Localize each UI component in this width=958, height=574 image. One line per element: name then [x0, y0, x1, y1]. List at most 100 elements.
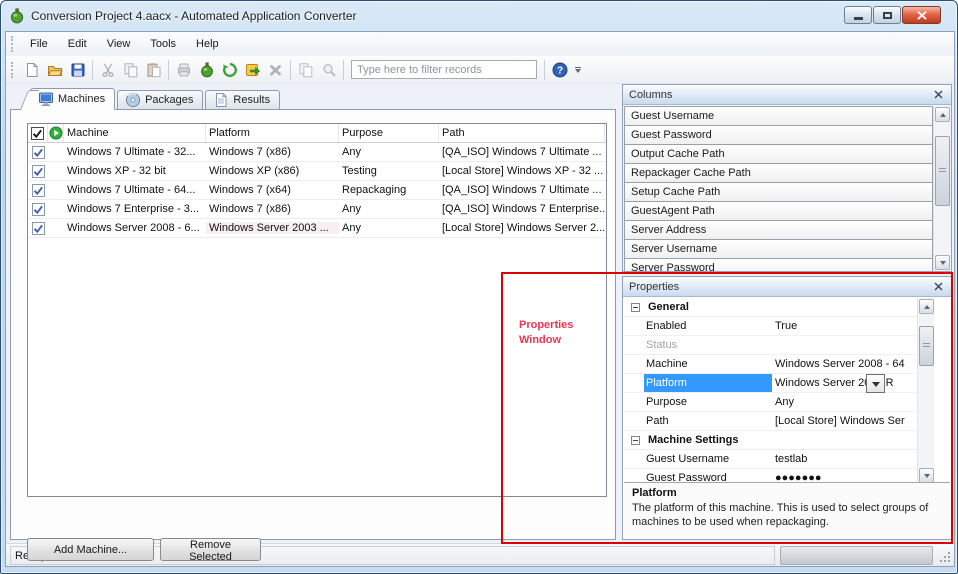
property-category-machine-settings[interactable]: Machine Settings	[624, 431, 917, 450]
column-header-purpose[interactable]: Purpose	[339, 124, 439, 142]
column-header-path[interactable]: Path	[439, 124, 605, 142]
close-icon	[934, 282, 943, 291]
maximize-button[interactable]	[873, 6, 901, 24]
columns-list-item[interactable]: Setup Cache Path	[624, 182, 933, 202]
columns-list-item[interactable]: Server Password	[624, 258, 933, 271]
cut-button[interactable]	[96, 58, 119, 81]
property-value[interactable]: Windows Server 2003 R	[772, 377, 917, 389]
scrollbar-thumb[interactable]	[919, 326, 934, 366]
column-header-machine[interactable]: Machine	[64, 124, 206, 142]
column-header-platform[interactable]: Platform	[206, 124, 339, 142]
tab-packages[interactable]: Packages	[117, 90, 203, 110]
save-button[interactable]	[66, 58, 89, 81]
preview-button[interactable]	[317, 58, 340, 81]
paste-button[interactable]	[142, 58, 165, 81]
duplicate-button[interactable]	[294, 58, 317, 81]
add-machine-button[interactable]: Add Machine...	[27, 538, 154, 561]
toolbar-options-icon	[575, 67, 581, 68]
columns-list-item[interactable]: Repackager Cache Path	[624, 163, 933, 183]
new-document-button[interactable]	[20, 58, 43, 81]
columns-scrollbar[interactable]	[933, 106, 950, 271]
close-icon	[934, 90, 943, 99]
columns-list-item[interactable]: Server Username	[624, 239, 933, 259]
filter-input[interactable]	[351, 60, 537, 79]
columns-list-item[interactable]: Guest Password	[624, 125, 933, 145]
tab-results[interactable]: Results	[205, 90, 280, 110]
toolbar-options-button[interactable]	[571, 59, 585, 81]
refresh-button[interactable]	[218, 58, 241, 81]
preview-icon	[321, 62, 337, 78]
property-row-enabled[interactable]: EnabledTrue	[624, 317, 917, 336]
app-window: Conversion Project 4.aacx - Automated Ap…	[0, 0, 958, 574]
properties-scrollbar[interactable]	[917, 298, 934, 484]
help-button[interactable]: ?	[548, 58, 571, 81]
row-checkbox[interactable]	[28, 146, 48, 159]
delete-button[interactable]	[264, 58, 287, 81]
packages-icon	[125, 92, 141, 108]
property-row-purpose[interactable]: PurposeAny	[624, 393, 917, 412]
print-button[interactable]	[172, 58, 195, 81]
purpose-cell: Testing	[339, 165, 439, 177]
scrollbar-thumb[interactable]	[935, 136, 950, 206]
menu-item-tools[interactable]: Tools	[140, 34, 186, 54]
export-package-button[interactable]	[241, 58, 264, 81]
columns-list-item[interactable]: GuestAgent Path	[624, 201, 933, 221]
collapse-icon[interactable]	[631, 303, 640, 312]
columns-list-item[interactable]: Output Cache Path	[624, 144, 933, 164]
scroll-down-button[interactable]	[935, 255, 950, 270]
purpose-cell: Any	[339, 203, 439, 215]
menu-item-file[interactable]: File	[20, 34, 58, 54]
machine-row[interactable]: Windows Server 2008 - 6...Windows Server…	[28, 219, 606, 238]
property-description: Platform The platform of this machine. T…	[624, 482, 950, 538]
dropdown-button[interactable]	[866, 374, 885, 393]
close-button[interactable]	[902, 6, 941, 24]
machine-row[interactable]: Windows XP - 32 bitWindows XP (x86)Testi…	[28, 162, 606, 181]
machine-row[interactable]: Windows 7 Ultimate - 32...Windows 7 (x86…	[28, 143, 606, 162]
scroll-up-button[interactable]	[935, 107, 950, 122]
row-checkbox[interactable]	[28, 203, 48, 216]
delete-icon	[268, 62, 284, 78]
window-title: Conversion Project 4.aacx - Automated Ap…	[31, 9, 357, 23]
property-row-guest-username[interactable]: Guest Usernametestlab	[624, 450, 917, 469]
menu-grip-icon[interactable]	[11, 36, 16, 52]
platform-cell: Windows XP (x86)	[206, 165, 339, 177]
remove-selected-button[interactable]: Remove Selected	[160, 538, 261, 561]
columns-list-item[interactable]: Server Address	[624, 220, 933, 240]
properties-panel-header[interactable]: Properties	[623, 277, 951, 297]
machine-cell: Windows 7 Ultimate - 32...	[64, 146, 206, 158]
columns-close-button[interactable]	[931, 88, 945, 102]
scroll-up-button[interactable]	[919, 299, 934, 314]
tab-label: Results	[233, 94, 270, 106]
menu-item-edit[interactable]: Edit	[58, 34, 97, 54]
property-category-general[interactable]: General	[624, 298, 917, 317]
menu-item-help[interactable]: Help	[186, 34, 229, 54]
machine-cell: Windows 7 Ultimate - 64...	[64, 184, 206, 196]
row-checkbox[interactable]	[28, 184, 48, 197]
property-row-path[interactable]: Path[Local Store] Windows Ser	[624, 412, 917, 431]
row-checkbox[interactable]	[28, 165, 48, 178]
platform-cell: Windows 7 (x64)	[206, 184, 339, 196]
converter-button[interactable]	[195, 58, 218, 81]
properties-close-button[interactable]	[931, 280, 945, 294]
machine-row[interactable]: Windows 7 Enterprise - 3...Windows 7 (x8…	[28, 200, 606, 219]
columns-list-item[interactable]: Guest Username	[624, 106, 933, 126]
select-all-checkbox[interactable]	[28, 124, 48, 142]
tab-machines[interactable]: Machines	[30, 88, 115, 110]
columns-panel-header[interactable]: Columns	[623, 85, 951, 105]
app-logo-icon	[9, 8, 25, 24]
property-row-status[interactable]: Status	[624, 336, 917, 355]
toolbar-grip-icon[interactable]	[11, 62, 16, 78]
property-row-platform[interactable]: PlatformWindows Server 2003 R	[624, 374, 917, 393]
title-bar[interactable]: Conversion Project 4.aacx - Automated Ap…	[7, 1, 951, 31]
row-checkbox[interactable]	[28, 222, 48, 235]
minimize-button[interactable]	[844, 6, 872, 24]
menu-item-view[interactable]: View	[97, 34, 141, 54]
collapse-icon[interactable]	[631, 436, 640, 445]
property-row-machine[interactable]: MachineWindows Server 2008 - 64	[624, 355, 917, 374]
machine-row[interactable]: Windows 7 Ultimate - 64...Windows 7 (x64…	[28, 181, 606, 200]
scroll-down-button[interactable]	[919, 468, 934, 483]
property-name: Purpose	[624, 393, 772, 411]
copy-button[interactable]	[119, 58, 142, 81]
open-folder-button[interactable]	[43, 58, 66, 81]
resize-grip-icon[interactable]	[940, 552, 951, 563]
